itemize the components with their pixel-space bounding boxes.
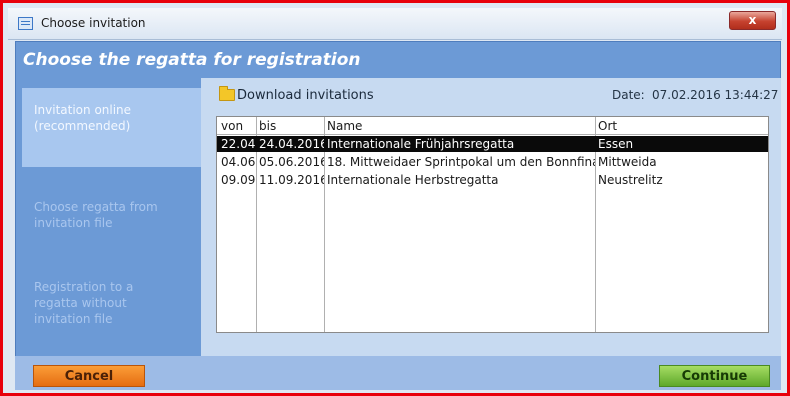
cell-name: 18. Mittweidaer Sprintpokal um den Bonnf… (327, 155, 595, 169)
cell-ort: Neustrelitz (598, 173, 663, 187)
title-bar: Choose invitation x (8, 8, 782, 40)
column-header-bis[interactable]: bis (256, 118, 324, 134)
date-label: Date: (612, 88, 645, 102)
cell-bis: 11.09.2016 (259, 173, 324, 187)
sidebar-item-invitation-online[interactable]: Invitation online (recommended) (22, 88, 202, 167)
window-title: Choose invitation (41, 16, 146, 30)
cell-von: 22.04. (221, 137, 256, 151)
column-header-name[interactable]: Name (324, 118, 595, 134)
table-row[interactable]: 04.06. 05.06.2016 18. Mittweidaer Sprint… (217, 154, 768, 170)
cell-von: 04.06. (221, 155, 256, 169)
header-divider (217, 134, 768, 135)
cell-von: 09.09. (221, 173, 256, 187)
column-header-von[interactable]: von (218, 118, 256, 134)
table-row[interactable]: 22.04. 24.04.2016 Internationale Frühjah… (217, 136, 768, 152)
page-title: Choose the regatta for registration (23, 50, 361, 70)
sidebar-item-label: Choose regatta from invitation file (34, 200, 158, 230)
folder-icon (219, 86, 235, 101)
cell-bis: 05.06.2016 (259, 155, 324, 169)
toolbar: Download invitations Date: 07.02.2016 13… (201, 78, 781, 106)
sidebar-item-without-invitation[interactable]: Registration to a regatta without invita… (22, 265, 202, 344)
table-header: von bis Name Ort (217, 118, 768, 134)
sidebar-item-label: Registration to a regatta without invita… (34, 280, 134, 326)
sidebar-item-label: Invitation online (recommended) (34, 103, 132, 133)
dialog-frame: Choose invitation x Choose the regatta f… (0, 0, 790, 396)
table-row[interactable]: 09.09. 11.09.2016 Internationale Herbstr… (217, 172, 768, 188)
cell-ort: Mittweida (598, 155, 657, 169)
form-icon (18, 17, 33, 30)
close-button[interactable]: x (729, 11, 776, 30)
continue-button[interactable]: Continue (659, 365, 770, 387)
cell-bis: 24.04.2016 (259, 137, 324, 151)
invitation-list[interactable]: von bis Name Ort 22.04. 24.04.2016 Inter… (216, 116, 769, 333)
cell-ort: Essen (598, 137, 634, 151)
cell-name: Internationale Frühjahrsregatta (327, 137, 515, 151)
column-header-ort[interactable]: Ort (595, 118, 765, 134)
cell-name: Internationale Herbstregatta (327, 173, 499, 187)
sidebar-item-invitation-file[interactable]: Choose regatta from invitation file (22, 185, 202, 264)
date-value: 07.02.2016 13:44:27 (652, 88, 779, 102)
cancel-button[interactable]: Cancel (33, 365, 145, 387)
sidebar: Invitation online (recommended) Choose r… (22, 88, 202, 356)
download-invitations-button[interactable]: Download invitations (237, 88, 374, 103)
